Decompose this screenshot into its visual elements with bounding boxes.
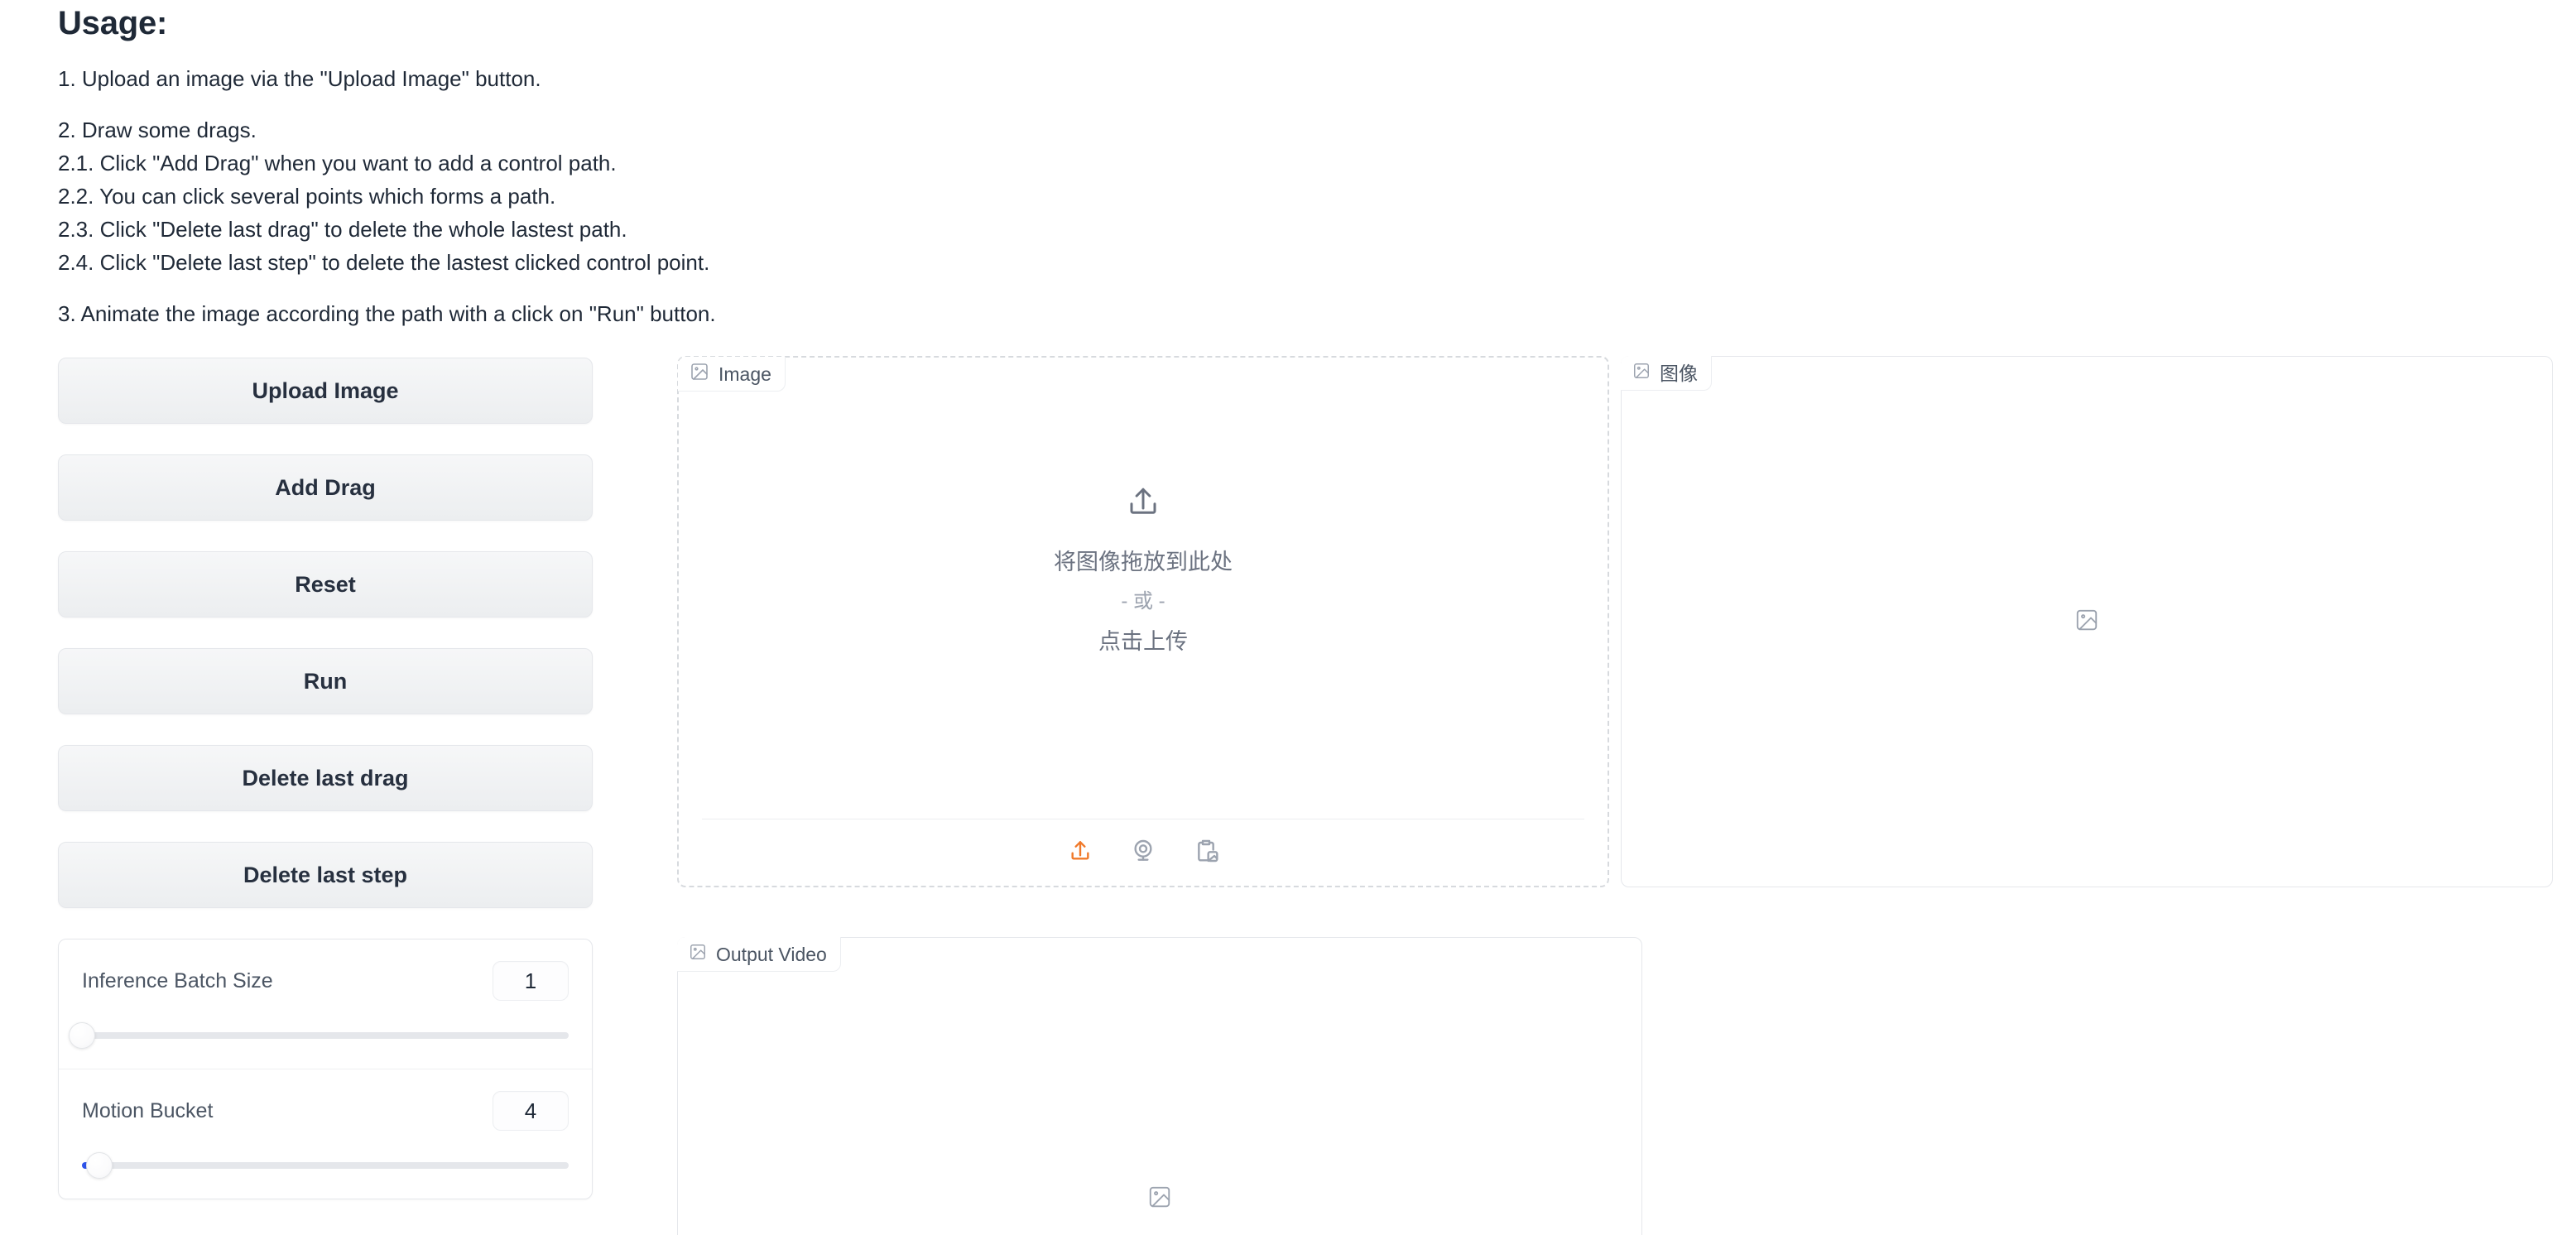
slider-thumb[interactable] (69, 1022, 95, 1049)
image-output-tab: 图像 (1621, 356, 1712, 391)
image-drop-zone[interactable]: 将图像拖放到此处 - 或 - 点击上传 (679, 358, 1608, 788)
image-output-placeholder (1622, 357, 2552, 887)
motion-bucket-slider-block: Motion Bucket 4 (59, 1069, 592, 1199)
usage-section: Usage: 1. Upload an image via the "Uploa… (58, 5, 2525, 348)
slider-thumb[interactable] (85, 1152, 113, 1179)
inference-batch-size-slider[interactable] (69, 1022, 569, 1049)
upload-file-icon[interactable] (1064, 834, 1097, 867)
webcam-icon[interactable] (1127, 834, 1160, 867)
inference-batch-size-slider-block: Inference Batch Size 1 (59, 939, 592, 1069)
reset-button[interactable]: Reset (58, 551, 593, 618)
output-video-placeholder (678, 938, 1641, 1235)
usage-step-2-group: 2. Draw some drags. 2.1. Click "Add Drag… (58, 113, 2525, 279)
slider-track (82, 1162, 569, 1169)
motion-bucket-slider[interactable] (82, 1152, 569, 1179)
usage-step-2-4: 2.4. Click "Delete last step" to delete … (58, 250, 710, 275)
image-icon (1632, 362, 1651, 385)
drop-hint-text: 将图像拖放到此处 (1054, 549, 1233, 574)
usage-step-2-1: 2.1. Click "Add Drag" when you want to a… (58, 151, 617, 175)
output-video-tab: Output Video (677, 937, 841, 972)
slider-track (82, 1032, 569, 1039)
delete-last-step-button[interactable]: Delete last step (58, 842, 593, 908)
inference-batch-size-label: Inference Batch Size (82, 968, 273, 992)
inference-batch-size-header: Inference Batch Size 1 (82, 961, 569, 1001)
drop-or-text: - 或 - (1121, 589, 1165, 613)
usage-step-2-3: 2.3. Click "Delete last drag" to delete … (58, 217, 627, 242)
delete-last-drag-button[interactable]: Delete last drag (58, 745, 593, 811)
motion-bucket-label: Motion Bucket (82, 1098, 214, 1122)
image-placeholder-icon (2074, 608, 2099, 637)
controls-column: Upload Image Add Drag Reset Run Delete l… (58, 358, 593, 908)
paste-clipboard-icon[interactable] (1189, 834, 1223, 867)
image-icon (690, 362, 709, 387)
image-icon (689, 943, 707, 966)
image-input-panel[interactable]: Image 将图像拖放到此处 - 或 - 点击上传 (677, 356, 1609, 887)
output-video-tab-label: Output Video (716, 944, 827, 965)
image-input-tab-label: Image (718, 363, 771, 385)
usage-step-1: 1. Upload an image via the "Upload Image… (58, 66, 541, 91)
add-drag-button[interactable]: Add Drag (58, 454, 593, 521)
inference-batch-size-value-input[interactable]: 1 (493, 961, 569, 1001)
image-output-tab-label: 图像 (1660, 363, 1698, 384)
usage-step-2: 2. Draw some drags. (58, 118, 257, 142)
drop-click-text: 点击上传 (1098, 628, 1188, 654)
page-title: Usage: (58, 5, 168, 41)
usage-step-3: 3. Animate the image according the path … (58, 301, 716, 326)
run-button[interactable]: Run (58, 648, 593, 714)
parameters-card: Inference Batch Size 1 Motion Bucket 4 (58, 939, 593, 1199)
output-video-panel: Output Video (677, 937, 1642, 1235)
usage-step-2-2: 2.2. You can click several points which … (58, 184, 556, 209)
upload-image-button[interactable]: Upload Image (58, 358, 593, 424)
app-root: Usage: 1. Upload an image via the "Uploa… (0, 0, 2576, 1235)
motion-bucket-header: Motion Bucket 4 (82, 1091, 569, 1131)
motion-bucket-value-input[interactable]: 4 (493, 1091, 569, 1131)
upload-arrow-icon (1126, 485, 1161, 524)
image-source-actions (679, 834, 1608, 867)
image-placeholder-icon (1147, 1185, 1172, 1213)
image-output-panel: 图像 (1621, 356, 2553, 887)
image-input-tab: Image (678, 357, 786, 392)
